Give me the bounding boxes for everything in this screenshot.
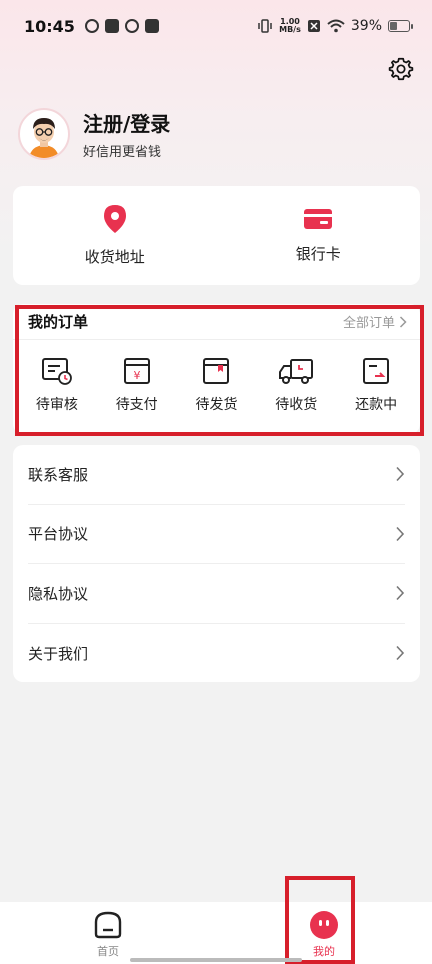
order-repaying[interactable]: 还款中 bbox=[341, 356, 411, 414]
status-left: 10:45 bbox=[24, 17, 159, 36]
menu-item-label: 关于我们 bbox=[28, 644, 89, 663]
status-bar: 10:45 1.00 MB/s 39% bbox=[0, 0, 432, 52]
my-orders-card: 我的订单 全部订单 待审核 ¥ 待支付 待发货 待收货 还款中 bbox=[13, 304, 420, 434]
order-pending-shipment-label: 待发货 bbox=[195, 397, 238, 413]
all-orders-label: 全部订单 bbox=[342, 316, 395, 331]
order-pending-payment[interactable]: ¥ 待支付 bbox=[102, 356, 172, 414]
nav-mine-label: 我的 bbox=[313, 945, 335, 958]
nav-home[interactable]: 首页 bbox=[0, 902, 216, 964]
profile-text: 注册/登录 好信用更省钱 bbox=[83, 108, 170, 160]
network-speed-unit: MB/s bbox=[279, 25, 301, 34]
menu-item-privacy-agreement[interactable]: 隐私协议 bbox=[28, 564, 405, 624]
order-repaying-label: 还款中 bbox=[355, 397, 398, 413]
settings-button[interactable] bbox=[386, 54, 416, 84]
location-pin-icon bbox=[103, 205, 126, 233]
menu-item-label: 联系客服 bbox=[28, 465, 89, 484]
sync-icon bbox=[84, 19, 99, 33]
status-right: 1.00 MB/s 39% bbox=[257, 18, 413, 34]
orders-header: 我的订单 全部订单 bbox=[13, 304, 420, 340]
orders-title: 我的订单 bbox=[28, 313, 89, 331]
chevron-right-icon bbox=[396, 646, 405, 661]
gear-icon bbox=[388, 57, 414, 81]
quick-links-card: 收货地址 银行卡 bbox=[13, 186, 420, 285]
menu-item-platform-agreement[interactable]: 平台协议 bbox=[28, 505, 405, 564]
yuan-wallet-icon: ¥ bbox=[123, 358, 150, 384]
login-register-title[interactable]: 注册/登录 bbox=[83, 108, 170, 137]
review-clock-icon bbox=[41, 358, 72, 385]
profile-face-icon bbox=[310, 911, 338, 939]
mail-notification-icon bbox=[144, 19, 159, 33]
chevron-right-icon bbox=[396, 467, 405, 482]
wifi-icon bbox=[327, 19, 345, 33]
svg-text:¥: ¥ bbox=[133, 369, 140, 382]
profile-section[interactable]: 注册/登录 好信用更省钱 bbox=[18, 108, 170, 160]
order-pending-receipt-label: 待收货 bbox=[275, 397, 318, 413]
status-time: 10:45 bbox=[24, 16, 75, 36]
chevron-right-icon bbox=[396, 526, 405, 541]
bank-card-label: 银行卡 bbox=[295, 245, 341, 263]
bank-card-icon bbox=[304, 209, 333, 229]
battery-icon bbox=[388, 20, 413, 32]
home-indicator[interactable] bbox=[130, 958, 302, 962]
menu-item-customer-service[interactable]: 联系客服 bbox=[28, 445, 405, 505]
menu-card: 联系客服 平台协议 隐私协议 关于我们 bbox=[13, 445, 420, 682]
package-box-icon bbox=[203, 358, 230, 384]
all-orders-link[interactable]: 全部订单 bbox=[343, 312, 407, 331]
shipping-address-label: 收货地址 bbox=[84, 248, 145, 266]
order-status-row: 待审核 ¥ 待支付 待发货 待收货 还款中 bbox=[13, 356, 420, 414]
chevron-right-icon bbox=[399, 315, 407, 328]
bank-card-link[interactable]: 银行卡 bbox=[217, 186, 421, 285]
profile-subtitle: 好信用更省钱 bbox=[83, 145, 162, 160]
order-pending-receipt[interactable]: 待收货 bbox=[261, 356, 331, 414]
avatar-illustration-icon bbox=[29, 118, 59, 158]
battery-percentage: 39% bbox=[350, 18, 382, 34]
delivery-truck-icon bbox=[279, 359, 314, 384]
menu-item-label: 隐私协议 bbox=[28, 584, 89, 603]
chevron-right-icon bbox=[396, 586, 405, 601]
bottom-nav: 首页 我的 bbox=[0, 902, 432, 964]
app-notification-icon bbox=[104, 19, 119, 33]
flower-notification-icon bbox=[124, 19, 139, 33]
repayment-icon bbox=[363, 358, 390, 384]
nav-home-label: 首页 bbox=[97, 945, 119, 958]
order-pending-review-label: 待审核 bbox=[35, 397, 78, 413]
shipping-address-link[interactable]: 收货地址 bbox=[13, 186, 217, 285]
order-pending-review[interactable]: 待审核 bbox=[22, 356, 92, 414]
avatar[interactable] bbox=[18, 108, 70, 160]
menu-item-about-us[interactable]: 关于我们 bbox=[28, 624, 405, 684]
no-sim-icon bbox=[307, 20, 320, 32]
order-pending-shipment[interactable]: 待发货 bbox=[181, 356, 251, 414]
nav-mine[interactable]: 我的 bbox=[216, 902, 432, 964]
vibrate-icon bbox=[258, 19, 272, 33]
order-pending-payment-label: 待支付 bbox=[115, 397, 158, 413]
network-speed: 1.00 MB/s bbox=[279, 18, 301, 34]
menu-item-label: 平台协议 bbox=[28, 525, 89, 544]
home-icon bbox=[94, 911, 122, 939]
